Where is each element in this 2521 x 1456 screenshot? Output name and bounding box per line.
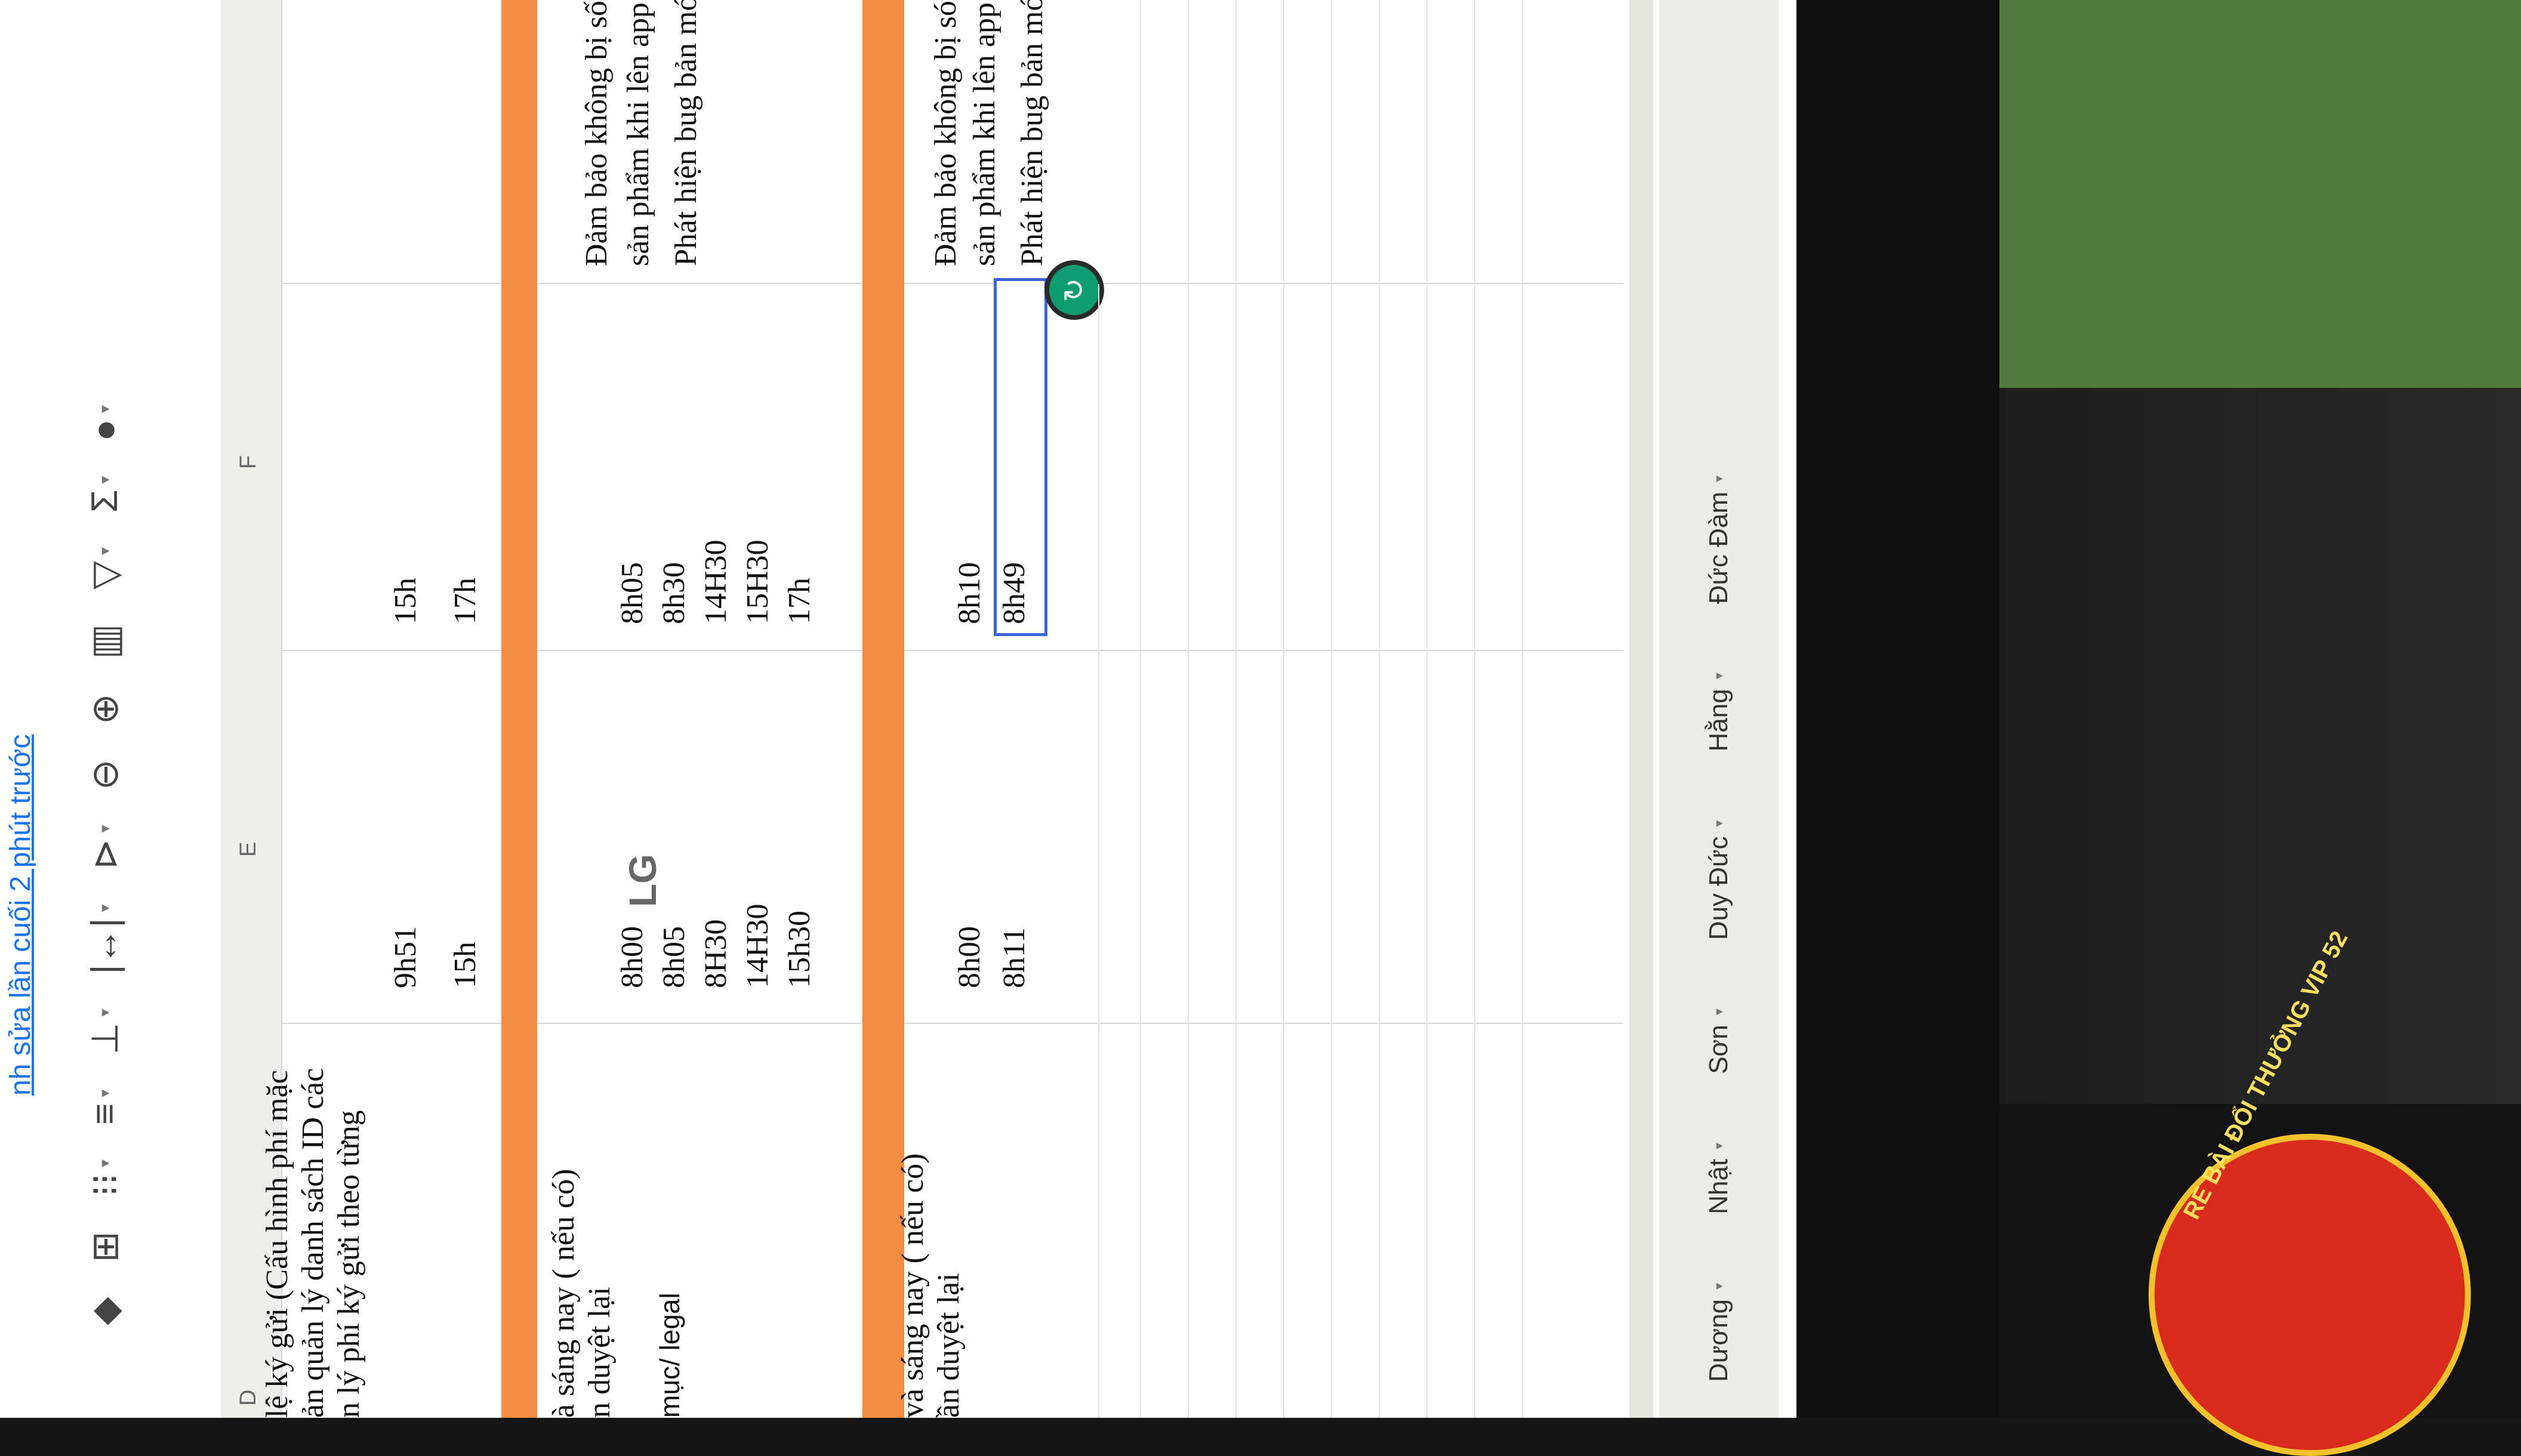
cell-f-s1-2[interactable]: 8h30 xyxy=(657,562,692,624)
gridline xyxy=(1331,0,1332,1418)
cell-d-s1-2[interactable]: n duyệt lại xyxy=(582,1287,617,1418)
last-edit-status-link[interactable]: nh sửa lần cuối 2 phút trước xyxy=(0,735,42,1096)
gridline xyxy=(1426,0,1428,1418)
cell-g-s1-3[interactable]: Phát hiện bug bản mớ xyxy=(668,0,704,266)
cell-f-r2[interactable]: 17h xyxy=(448,578,483,624)
sheet-tabs-bar: Dương ▾ Nhật ▾ Sơn ▾ Duy Đức ▾ Hằng ▾ Đức Đàm… xyxy=(1659,0,1779,1418)
chart-icon[interactable]: ▥ xyxy=(83,624,127,659)
gridline xyxy=(1283,0,1284,1418)
cell-e-s1-2[interactable]: 8h05 xyxy=(657,926,692,988)
gridline xyxy=(1474,0,1475,1418)
gridline xyxy=(1522,0,1523,1418)
refresh-icon[interactable]: ↻ xyxy=(1044,260,1104,320)
cell-d-s1-3[interactable]: mục/ legal xyxy=(654,1292,686,1418)
cell-d-s1-1[interactable]: à sáng nay ( nếu có) xyxy=(546,1169,581,1418)
functions-icon[interactable]: Σ ▾ xyxy=(84,476,126,513)
sheet-tab-nhat[interactable]: Nhật ▾ xyxy=(1704,1143,1734,1214)
chevron-down-icon[interactable]: ▾ xyxy=(1711,476,1727,482)
cell-d-title-1[interactable]: lệ ký gửi (Cấu hình phí mặc xyxy=(260,1070,295,1418)
sheet-tab-hang[interactable]: Hằng ▾ xyxy=(1704,673,1734,751)
horizontal-scrollbar[interactable] xyxy=(1629,0,1653,1418)
chevron-down-icon[interactable]: ▾ xyxy=(1711,1143,1727,1149)
toolbar: ◆ ⊞ ⁝⁝ ▾ ≡ ▾ ⊥ ▾ |↔| ▾ ⊳ ▾ ⊖ ⊕ ▥ ▽ ▾ Σ ▾ ● ▾ xyxy=(48,0,161,1418)
cell-e-s1-5[interactable]: 15h30 xyxy=(782,911,817,988)
cell-f-s1-3[interactable]: 14H30 xyxy=(698,539,734,624)
more-icon[interactable]: ● ▾ xyxy=(84,405,126,442)
column-header-e[interactable]: E xyxy=(236,842,261,857)
monitor-logo: LG xyxy=(621,854,664,907)
cell-f-s2-2[interactable]: 8h49 xyxy=(997,562,1032,624)
sheet-tab-duong[interactable]: Dương ▾ xyxy=(1704,1283,1734,1382)
filter-icon[interactable]: ▽ ▾ xyxy=(83,547,127,590)
chevron-down-icon[interactable]: ▾ xyxy=(1711,673,1727,679)
sheet-tab-son[interactable]: Sơn ▾ xyxy=(1704,1008,1734,1074)
gridline xyxy=(1140,0,1141,1418)
cell-d-title-2[interactable]: ản quản lý danh sách ID các xyxy=(295,1068,331,1418)
cell-e-r1[interactable]: 9h51 xyxy=(388,926,423,988)
monitor-frame xyxy=(1796,0,1999,1418)
chevron-down-icon[interactable]: ▾ xyxy=(1711,1283,1727,1290)
wrap-icon[interactable]: |↔| ▾ xyxy=(84,904,126,974)
comment-icon[interactable]: ⊕ xyxy=(83,693,127,724)
chevron-down-icon[interactable]: ▾ xyxy=(1711,820,1727,826)
sheet-tab-duy-duc[interactable]: Duy Đức ▾ xyxy=(1704,820,1734,940)
cell-e-s1-4[interactable]: 14H30 xyxy=(740,903,775,988)
cell-e-s1-3[interactable]: 8H30 xyxy=(698,919,734,988)
rotate-icon[interactable]: ⊳ ▾ xyxy=(83,825,127,869)
cell-g-s2-3[interactable]: Phát hiện bug bản mới xyxy=(1015,0,1050,266)
cell-g-s2-2[interactable]: sản phẩm khi lên app xyxy=(967,2,1002,266)
align-icon[interactable]: ≡ ▾ xyxy=(84,1090,126,1125)
cell-e-s2-2[interactable]: 8h11 xyxy=(997,927,1032,988)
borders-icon[interactable]: ⊞ xyxy=(83,1231,127,1262)
cell-e-s1-1[interactable]: 8h00 xyxy=(615,926,650,988)
cell-g-s1-2[interactable]: sản phẩm khi lên app xyxy=(621,2,656,266)
gridline xyxy=(281,283,1623,284)
background-green-wall xyxy=(1999,0,2521,388)
cell-f-s1-1[interactable]: 8h05 xyxy=(615,562,650,624)
link-icon[interactable]: ⊖ xyxy=(83,759,127,790)
spreadsheet-view: nh sửa lần cuối 2 phút trước ◆ ⊞ ⁝⁝ ▾ ≡ ▾ … xyxy=(0,0,1796,1418)
cell-f-s2-1[interactable]: 8h10 xyxy=(952,562,987,624)
column-header-f[interactable]: F xyxy=(236,455,261,469)
cell-d-title-3[interactable]: n lý phí ký gửi theo từng xyxy=(331,1110,366,1418)
cell-grid[interactable]: lệ ký gửi (Cấu hình phí mặc ản quản lý d… xyxy=(260,0,1623,1418)
cell-d-s2-1[interactable]: và sáng nay ( nếu có) xyxy=(895,1153,930,1418)
gridline xyxy=(1235,0,1237,1418)
chevron-down-icon[interactable]: ▾ xyxy=(1711,1008,1727,1015)
cell-g-s1-1[interactable]: Đảm bảo không bị số xyxy=(579,1,614,266)
cell-d-s2-2[interactable]: ần duyệt lại xyxy=(931,1273,966,1418)
gridline xyxy=(1188,0,1189,1418)
sheet-tab-duc-dam[interactable]: Đức Đàm ▾ xyxy=(1704,476,1734,604)
gridline xyxy=(281,650,1623,651)
cell-e-r2[interactable]: 15h xyxy=(448,942,483,988)
section-band-orange xyxy=(501,0,537,1418)
cell-f-s1-5[interactable]: 17h xyxy=(782,578,817,624)
cell-e-s2-1[interactable]: 8h00 xyxy=(952,926,987,988)
cell-f-s1-4[interactable]: 15H30 xyxy=(740,539,775,624)
cell-f-r1[interactable]: 15h xyxy=(388,578,423,624)
gridline xyxy=(1098,284,1099,1418)
column-header-d[interactable]: D xyxy=(236,1390,261,1406)
merge-icon[interactable]: ⁝⁝ ▾ xyxy=(83,1159,127,1196)
gridline xyxy=(1379,0,1380,1418)
cell-g-s2-1[interactable]: Đảm bảo không bị sót s xyxy=(928,0,963,266)
gridline xyxy=(281,1023,1623,1024)
paint-format-icon[interactable]: ◆ xyxy=(83,1297,127,1325)
spreadsheet-screen: nh sửa lần cuối 2 phút trước ◆ ⊞ ⁝⁝ ▾ ≡ ▾ … xyxy=(0,0,1796,1418)
valign-icon[interactable]: ⊥ ▾ xyxy=(83,1009,127,1055)
